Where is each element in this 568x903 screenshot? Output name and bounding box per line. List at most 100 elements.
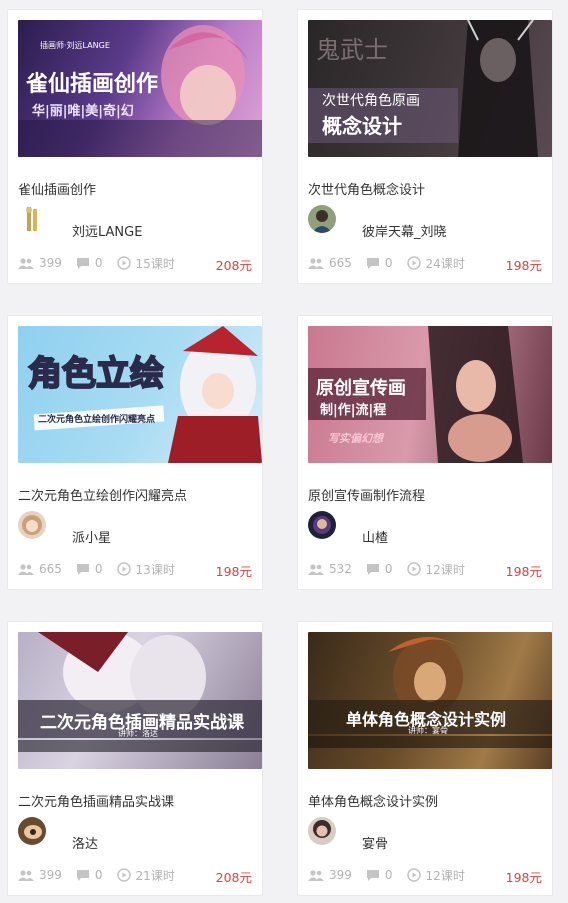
comments-count: 0 [384,256,393,270]
thumb-headline: 角色立绘 [27,353,165,395]
course-thumbnail[interactable]: 单体角色概念设计实例 讲师：宴骨 [308,632,552,769]
avatar[interactable] [18,511,46,539]
avatar[interactable] [18,205,46,233]
thumb-subtitle: 次世代角色原画 [322,93,420,109]
thumb-subtitle: 讲师：宴骨 [408,726,448,735]
students-count: 665 [329,256,352,270]
course-price: 198元 [505,564,542,579]
comments-count: 0 [94,868,103,882]
course-price: 198元 [505,870,542,885]
avatar-image [313,820,331,838]
thumb-subtitle: 华|丽|唯|美|奇|幻 [32,104,134,119]
comments-count: 0 [384,562,393,576]
comments-count: 0 [384,868,393,882]
students-stat: 665 [18,562,62,576]
author-name[interactable]: 宴骨 [362,833,388,852]
students-stat: 665 [308,256,352,270]
lessons-count: 12课时 [425,868,465,883]
course-card-4[interactable]: 原创宣传画 制|作|流|程 写实偏幻想 原创宣传画制作流程 山楂 532 0 1… [297,315,553,590]
course-card-6[interactable]: 单体角色概念设计实例 讲师：宴骨 单体角色概念设计实例 宴骨 399 0 12课… [297,621,553,896]
course-price: 208元 [215,870,252,885]
course-title[interactable]: 次世代角色概念设计 [308,179,425,198]
thumb-headline: 原创宣传画 [316,378,406,399]
students-count: 399 [39,256,62,270]
avatar[interactable] [18,817,46,845]
course-thumbnail[interactable]: 鬼武士 次世代角色原画 概念设计 [308,20,552,157]
students-stat: 399 [18,868,62,882]
author-name[interactable]: 山楂 [362,527,388,546]
avatar[interactable] [308,817,336,845]
comment-icon [76,257,89,269]
lessons-count: 12课时 [425,562,465,577]
play-circle-icon [116,868,131,882]
artwork-illustration [308,637,552,748]
course-price: 198元 [505,258,542,273]
course-title[interactable]: 二次元角色立绘创作闪耀亮点 [18,485,187,504]
comments-stat: 0 [366,562,393,576]
avatar[interactable] [308,511,336,539]
author-name[interactable]: 洛达 [72,833,98,852]
play-circle-icon [116,256,131,270]
author-name[interactable]: 派小星 [72,527,111,546]
avatar-image [24,825,42,839]
course-title[interactable]: 原创宣传画制作流程 [308,485,425,504]
students-count: 399 [329,868,352,882]
thumb-headline: 概念设计 [322,114,402,138]
artwork-illustration [18,632,262,752]
lessons-count: 13课时 [135,562,175,577]
avatar-image [22,515,42,535]
comments-stat: 0 [76,868,103,882]
play-circle-icon [406,562,421,576]
users-icon [18,870,34,881]
course-card-5[interactable]: 二次元角色插画精品实战课 讲师：洛达 二次元角色插画精品实战课 洛达 399 0… [7,621,263,896]
play-circle-icon [406,868,421,882]
lessons-stat: 24课时 [406,255,465,272]
course-title[interactable]: 雀仙插画创作 [18,179,96,198]
course-thumbnail[interactable]: 原创宣传画 制|作|流|程 写实偏幻想 [308,326,552,463]
students-count: 532 [329,562,352,576]
thumb-headline: 雀仙插画创作 [26,72,159,97]
course-title[interactable]: 二次元角色插画精品实战课 [18,791,174,810]
lessons-stat: 15课时 [116,255,175,272]
lessons-stat: 13课时 [116,561,175,578]
author-name[interactable]: 刘远LANGE [72,221,142,240]
comment-icon [76,563,89,575]
avatar-image [26,207,37,231]
course-thumbnail[interactable]: 二次元角色插画精品实战课 讲师：洛达 [18,632,262,769]
students-stat: 399 [18,256,62,270]
play-circle-icon [116,562,131,576]
course-card-3[interactable]: 角色立绘 二次元角色立绘创作闪耀亮点 二次元角色立绘创作闪耀亮点 派小星 665… [7,315,263,590]
course-card-1[interactable]: 插画师·刘远LANGE 雀仙插画创作 华|丽|唯|美|奇|幻 雀仙插画创作 刘远… [7,9,263,284]
comment-icon [366,257,379,269]
course-price: 208元 [215,258,252,273]
avatar-image [313,516,331,534]
comments-stat: 0 [76,256,103,270]
users-icon [308,870,324,881]
avatar-image [312,210,332,233]
comments-stat: 0 [76,562,103,576]
comment-icon [366,563,379,575]
avatar[interactable] [308,205,336,233]
play-circle-icon [406,256,421,270]
lessons-stat: 12课时 [406,867,465,884]
students-count: 399 [39,868,62,882]
comments-stat: 0 [366,256,393,270]
students-count: 665 [39,562,62,576]
course-card-2[interactable]: 鬼武士 次世代角色原画 概念设计 次世代角色概念设计 彼岸天幕_刘晓 665 0… [297,9,553,284]
thumb-subtitle: 讲师：洛达 [118,729,158,738]
thumb-subtitle: 二次元角色立绘创作闪耀亮点 [38,415,156,425]
author-name[interactable]: 彼岸天幕_刘晓 [362,221,447,240]
thumb-tag: 鬼武士 [316,36,388,64]
students-stat: 532 [308,562,352,576]
lessons-count: 21课时 [135,868,175,883]
comments-stat: 0 [366,868,393,882]
lessons-count: 15课时 [135,256,175,271]
course-thumbnail[interactable]: 角色立绘 二次元角色立绘创作闪耀亮点 [18,326,262,463]
course-thumbnail[interactable]: 插画师·刘远LANGE 雀仙插画创作 华|丽|唯|美|奇|幻 [18,20,262,157]
lessons-stat: 12课时 [406,561,465,578]
users-icon [308,258,324,269]
course-title[interactable]: 单体角色概念设计实例 [308,791,438,810]
lessons-stat: 21课时 [116,867,175,884]
users-icon [18,258,34,269]
students-stat: 399 [308,868,352,882]
